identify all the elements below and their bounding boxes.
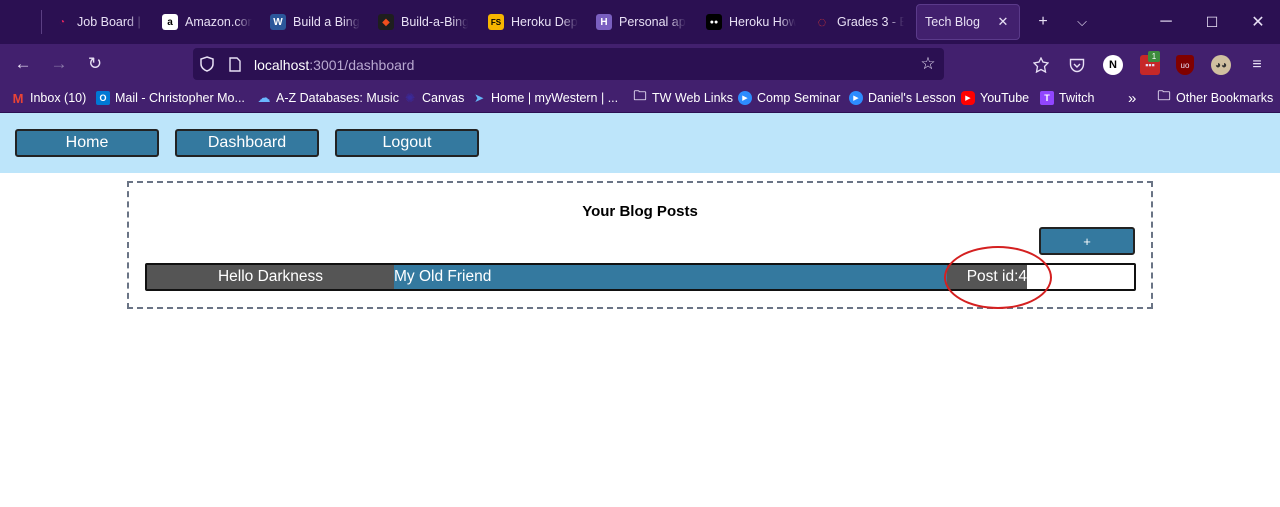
ublock-icon[interactable]: uo [1176,55,1194,75]
tab-separator [41,10,42,34]
tab-grades[interactable]: ◌ Grades 3 - Bu [814,4,904,40]
notion-extension-icon[interactable]: N [1103,55,1123,75]
post-id: Post id:4 [947,265,1027,289]
post-row[interactable]: Hello Darkness My Old Friend Post id:4 [145,263,1136,291]
maximize-icon[interactable]: ☐ [1197,8,1227,36]
bookmark-youtube[interactable]: ▶ YouTube [961,89,1029,107]
new-tab-icon[interactable]: + [1028,8,1058,36]
bookmark-inbox[interactable]: M Inbox (10) [11,89,87,107]
add-post-button[interactable]: + [1039,227,1135,255]
bookmark-star-icon[interactable]: ☆ [919,54,937,73]
window-close-icon[interactable]: ✕ [1243,8,1273,36]
page-icon [228,56,242,72]
bookmark-mywestern[interactable]: ➤ Home | myWestern | ... [472,89,618,107]
tab-strip: ◔ Job Board | N a Amazon.com W Build a B… [0,0,1280,44]
heroku-icon: H [596,14,612,30]
tab-list-chevron-icon[interactable]: ⌵ [1067,8,1097,36]
other-bookmarks[interactable]: 🗀 Other Bookmarks [1157,88,1273,107]
tab-job-board[interactable]: ◔ Job Board | N [54,4,144,40]
tab-personal-app[interactable]: H Personal app [596,4,686,40]
menu-icon[interactable]: ≡ [1247,55,1267,75]
bookmark-twitch[interactable]: T Twitch [1040,89,1094,107]
job-board-icon: ◔ [58,16,66,28]
back-icon[interactable]: ← [9,52,37,76]
forward-icon[interactable]: → [45,52,73,76]
tab-heroku-deploy[interactable]: FS Heroku Deploy [488,4,578,40]
pocket-icon[interactable] [1067,55,1087,75]
cloud-icon: ☁ [257,90,271,105]
tab-heroku-how[interactable]: ●● Heroku How [706,4,796,40]
fs-icon: FS [488,14,504,30]
youtube-icon: ▶ [961,91,975,105]
blog-posts-panel: Your Blog Posts + Hello Darkness My Old … [127,181,1153,309]
bookmark-databases[interactable]: ☁ A-Z Databases: Music [257,89,399,107]
bookmarks-toolbar: M Inbox (10) O Mail - Christopher Mo... … [0,84,1280,113]
post-title: Hello Darkness [147,265,394,289]
canvas-icon: ✺ [404,91,416,105]
tab-amazon[interactable]: a Amazon.com [162,4,252,40]
more-bookmarks-chevron-icon[interactable]: » [1128,89,1136,107]
logout-button[interactable]: Logout [335,129,479,157]
site-header: Home Dashboard Logout [0,113,1280,173]
folder-icon: 🗀 [1157,88,1171,103]
figma-icon: ◆ [378,14,394,30]
word-icon: W [270,14,286,30]
dashboard-button[interactable]: Dashboard [175,129,319,157]
zoom-icon: ▶ [849,91,863,105]
bookmark-comp-seminar[interactable]: ▶ Comp Seminar [738,89,840,107]
minimize-icon[interactable]: ─ [1151,8,1181,36]
folder-icon: 🗀 [633,88,647,103]
gmail-icon: M [12,90,24,106]
home-button[interactable]: Home [15,129,159,157]
medium-icon: ●● [706,14,722,30]
bookmark-daniels-lesson[interactable]: ▶ Daniel's Lesson [849,89,956,107]
shield-icon[interactable] [199,56,215,72]
western-icon: ➤ [473,91,485,105]
zoom-icon: ▶ [738,91,752,105]
page-title: Your Blog Posts [582,203,698,220]
address-bar[interactable]: localhost:3001/dashboard ☆ [193,48,944,80]
bookmark-tw-web-links[interactable]: 🗀 TW Web Links [633,88,733,107]
reload-icon[interactable]: ↻ [81,52,109,76]
tab-build-a-bingo-figma[interactable]: ◆ Build-a-Bingo [378,4,468,40]
twitch-icon: T [1040,91,1054,105]
url-text: localhost:3001/dashboard [254,57,415,73]
bookmark-canvas[interactable]: ✺ Canvas [403,89,464,107]
tab-build-a-bingo-word[interactable]: W Build a Bingo [270,4,360,40]
grades-icon: ◌ [817,13,827,31]
extension-badge: 1 [1148,51,1160,62]
avatar[interactable]: ◕◕ [1211,55,1231,75]
amazon-icon: a [162,14,178,30]
bookmark-mail[interactable]: O Mail - Christopher Mo... [96,89,245,107]
post-body: My Old Friend [394,265,1027,289]
reading-list-icon[interactable] [1031,55,1051,75]
close-tab-icon[interactable]: ✕ [995,14,1011,30]
tab-tech-blog[interactable]: Tech Blog ✕ [916,4,1020,40]
outlook-icon: O [96,91,110,105]
